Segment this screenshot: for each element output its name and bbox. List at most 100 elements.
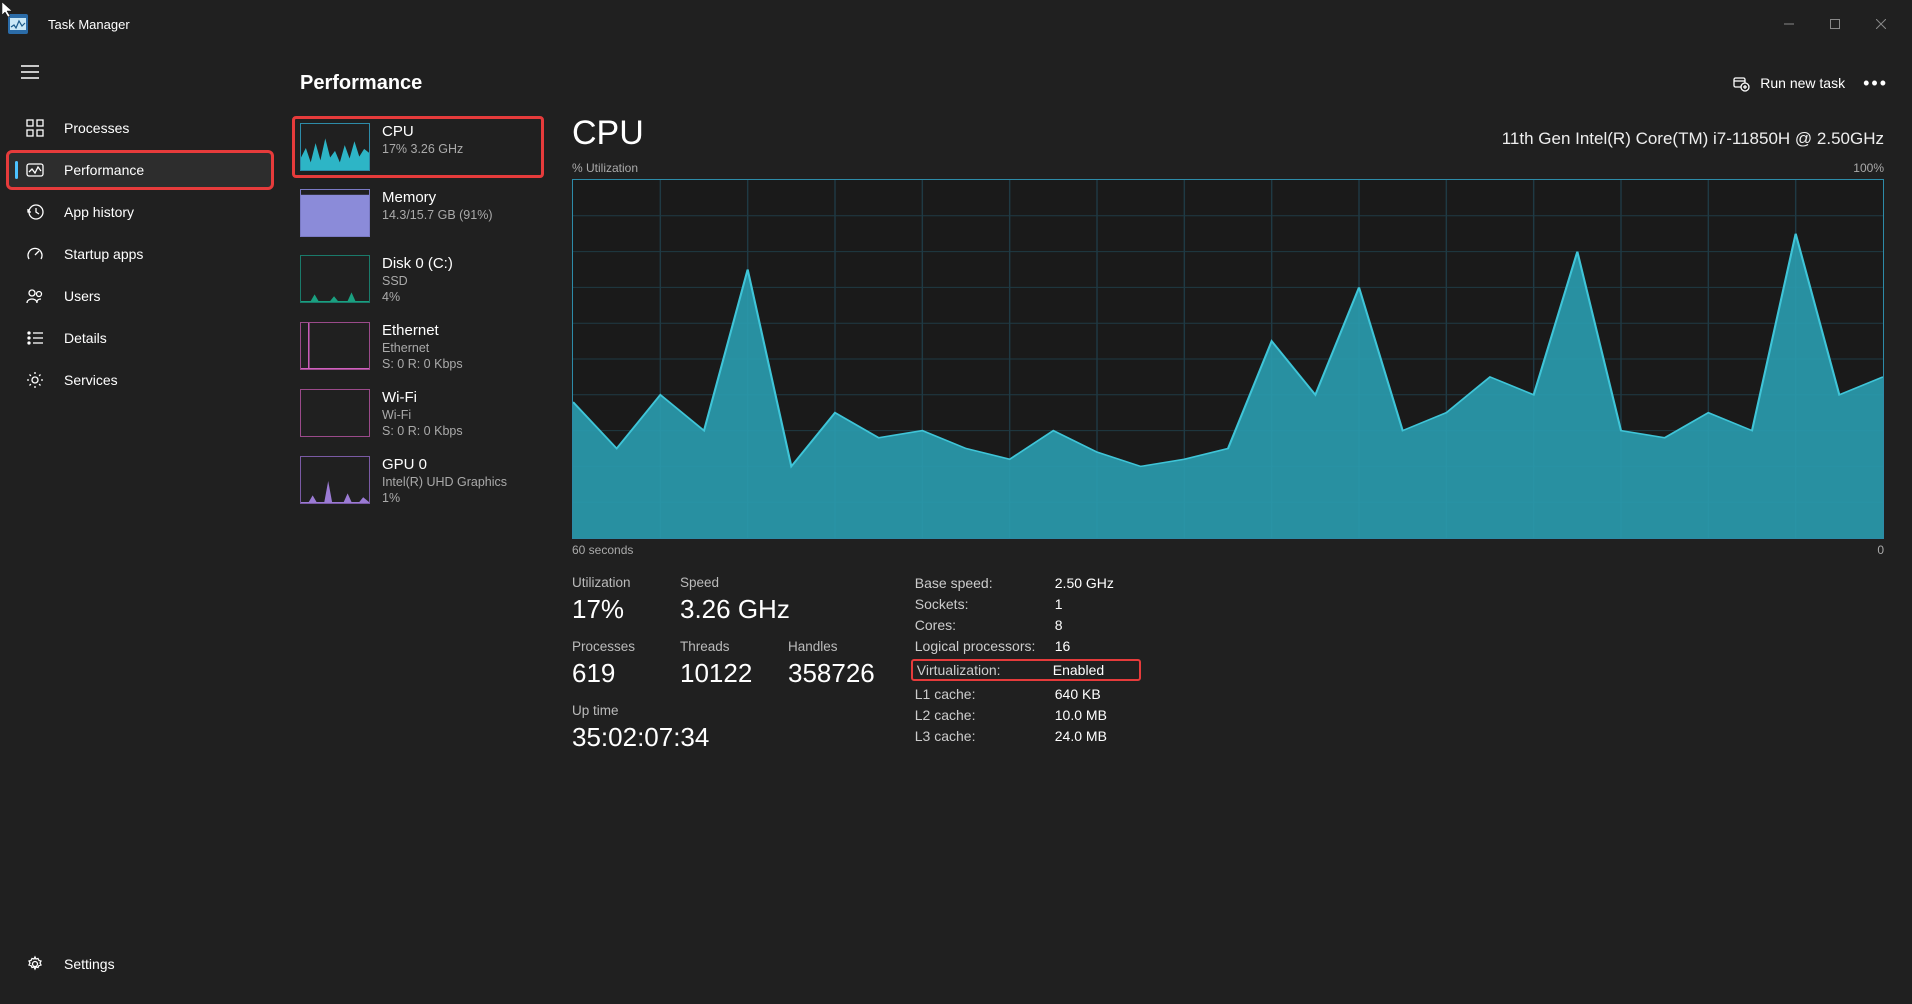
more-button[interactable]: ••• [1863,73,1888,94]
cpu-model: 11th Gen Intel(R) Core(TM) i7-11850H @ 2… [1502,129,1884,149]
sidebar-item-details[interactable]: Details [6,318,274,358]
sidebar-item-startup-apps[interactable]: Startup apps [6,234,274,274]
spec-sockets: 1 [1055,596,1063,612]
spec-base-speed: 2.50 GHz [1055,575,1114,591]
spec-l1: 640 KB [1055,686,1101,702]
mini-graph-ethernet [300,322,370,370]
titlebar: Task Manager [0,0,1912,48]
speed-icon [26,245,44,263]
spec-virtualization: Enabled [1053,662,1104,678]
close-button[interactable] [1858,8,1904,40]
spec-label: Logical processors: [915,638,1055,654]
sidebar-item-label: Processes [64,120,129,136]
stat-speed: 3.26 GHz [680,594,790,625]
run-new-task-button[interactable]: Run new task [1732,74,1845,92]
sidebar-item-label: Details [64,330,107,346]
spec-label: L1 cache: [915,686,1055,702]
mouse-cursor-icon [2,2,18,18]
sidebar-item-settings[interactable]: Settings [6,944,274,984]
mini-sub: 4% [382,290,453,304]
mini-title: Ethernet [382,322,463,339]
sidebar: Processes Performance App history Startu… [0,48,280,1004]
list-icon [26,329,44,347]
mini-graph-memory [300,189,370,237]
page-title: Performance [300,72,422,95]
mini-item-cpu[interactable]: CPU 17% 3.26 GHz [292,116,544,178]
mini-item-disk[interactable]: Disk 0 (C:) SSD 4% [292,248,544,311]
maximize-button[interactable] [1812,8,1858,40]
stat-utilization: 17% [572,594,652,625]
sidebar-item-label: Settings [64,956,115,972]
spec-l3: 24.0 MB [1055,728,1107,744]
spec-label: Sockets: [915,596,1055,612]
settings-icon [26,955,44,973]
spec-label: L2 cache: [915,707,1055,723]
stat-label: Threads [680,639,760,654]
mini-sub: Ethernet [382,341,463,355]
chart-y-max: 100% [1853,161,1884,175]
mini-sub: 1% [382,491,507,505]
grid-icon [26,119,44,137]
stat-label: Speed [680,575,790,590]
spec-label: Virtualization: [917,662,1053,678]
stat-label: Up time [572,703,709,718]
stat-processes: 619 [572,658,652,689]
mini-sub: Intel(R) UHD Graphics [382,475,507,489]
stat-label: Handles [788,639,875,654]
chart-x-right: 0 [1877,543,1884,557]
mini-sub: S: 0 R: 0 Kbps [382,424,463,438]
mini-graph-disk [300,255,370,303]
mini-panel: CPU 17% 3.26 GHz Memory 14.3/15.7 GB (91… [288,110,548,1004]
run-task-icon [1732,74,1750,92]
mini-graph-cpu [300,123,370,171]
mini-item-gpu[interactable]: GPU 0 Intel(R) UHD Graphics 1% [292,449,544,512]
mini-sub: Wi-Fi [382,408,463,422]
run-task-label: Run new task [1760,75,1845,91]
mini-title: CPU [382,123,463,140]
sidebar-item-label: App history [64,204,134,220]
sidebar-item-processes[interactable]: Processes [6,108,274,148]
sidebar-item-label: Performance [64,162,144,178]
mini-sub: 14.3/15.7 GB (91%) [382,208,492,222]
mini-title: GPU 0 [382,456,507,473]
users-icon [26,287,44,305]
sidebar-item-label: Users [64,288,101,304]
chart-x-left: 60 seconds [572,543,633,557]
cpu-chart[interactable] [572,179,1884,539]
spec-label: Cores: [915,617,1055,633]
sidebar-item-services[interactable]: Services [6,360,274,400]
spec-label: Base speed: [915,575,1055,591]
window-title: Task Manager [48,17,130,32]
sidebar-item-app-history[interactable]: App history [6,192,274,232]
mini-graph-gpu [300,456,370,504]
stat-uptime: 35:02:07:34 [572,722,709,753]
sidebar-item-label: Services [64,372,118,388]
mini-sub: S: 0 R: 0 Kbps [382,357,463,371]
mini-sub: SSD [382,274,453,288]
mini-title: Disk 0 (C:) [382,255,453,272]
mini-item-wifi[interactable]: Wi-Fi Wi-Fi S: 0 R: 0 Kbps [292,382,544,445]
sidebar-item-users[interactable]: Users [6,276,274,316]
detail-title: CPU [572,114,644,153]
spec-label: L3 cache: [915,728,1055,744]
history-icon [26,203,44,221]
content-header: Performance Run new task ••• [288,56,1892,110]
mini-item-memory[interactable]: Memory 14.3/15.7 GB (91%) [292,182,544,244]
stat-handles: 358726 [788,658,875,689]
sidebar-item-performance[interactable]: Performance [6,150,274,190]
detail-panel: CPU 11th Gen Intel(R) Core(TM) i7-11850H… [548,110,1892,1004]
mini-title: Memory [382,189,492,206]
stat-label: Processes [572,639,652,654]
spec-cores: 8 [1055,617,1063,633]
performance-icon [26,161,44,179]
hamburger-button[interactable] [6,52,54,92]
stat-label: Utilization [572,575,652,590]
gear-icon [26,371,44,389]
spec-lp: 16 [1055,638,1071,654]
sidebar-item-label: Startup apps [64,246,143,262]
stat-threads: 10122 [680,658,760,689]
mini-title: Wi-Fi [382,389,463,406]
minimize-button[interactable] [1766,8,1812,40]
mini-item-ethernet[interactable]: Ethernet Ethernet S: 0 R: 0 Kbps [292,315,544,378]
chart-y-label: % Utilization [572,161,638,175]
